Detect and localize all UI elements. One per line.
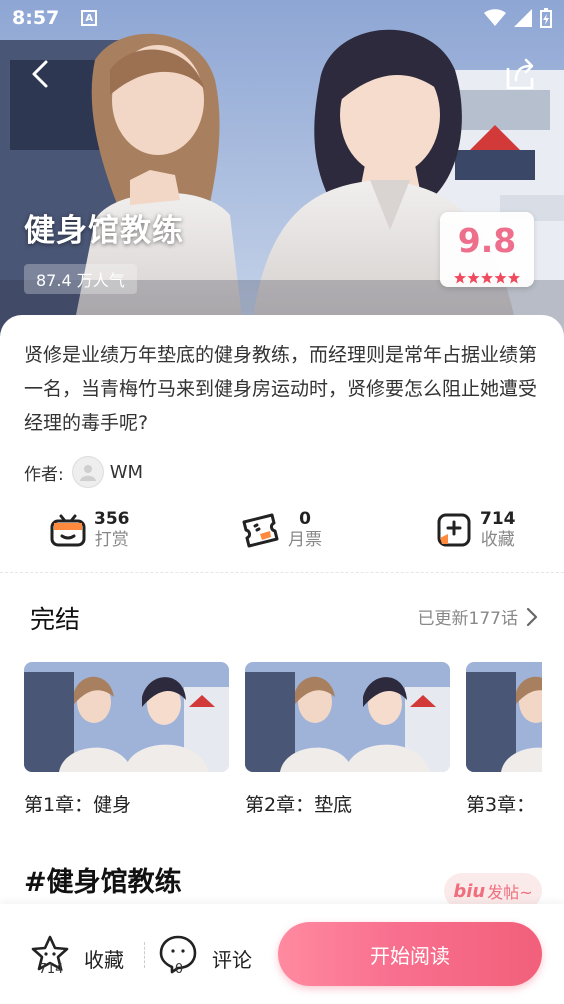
- chapter-list-link[interactable]: 已更新177话: [418, 604, 538, 629]
- wifi-icon: [484, 9, 506, 26]
- chapter-card[interactable]: 第3章：: [466, 662, 542, 817]
- chapter-thumbnail[interactable]: [466, 662, 542, 772]
- comment-label: 评论: [212, 948, 252, 972]
- rating-stars-icon: [454, 272, 520, 284]
- bar-separator: [144, 942, 145, 968]
- ticket-label: 月票: [288, 530, 322, 550]
- chapter-card[interactable]: 第1章：健身: [24, 662, 229, 817]
- ticket-icon: [242, 513, 279, 548]
- post-label: 发帖~: [487, 883, 533, 902]
- author-avatar[interactable]: [71, 456, 104, 488]
- reward-count: 356: [94, 509, 130, 529]
- chevron-right-icon: [526, 607, 538, 626]
- favorites-count: 714: [480, 509, 516, 529]
- score-badge: 9.8: [440, 212, 534, 287]
- status-time: 8:57: [12, 7, 60, 29]
- share-icon[interactable]: [500, 54, 540, 94]
- popularity-badge: 87.4 万人气: [24, 264, 137, 294]
- chapter-title[interactable]: 第1章：健身: [24, 790, 229, 817]
- ticket-count: 0: [299, 509, 311, 529]
- chapter-thumbnail[interactable]: [245, 662, 450, 772]
- bookmark-plus-icon: [437, 513, 471, 547]
- chapter-title[interactable]: 第2章：垫底: [245, 790, 450, 817]
- comment-count: 0: [174, 962, 184, 977]
- battery-icon: [540, 8, 552, 28]
- serial-status: 完结: [30, 605, 81, 634]
- author-row[interactable]: 作者: WM: [24, 454, 143, 490]
- favorite-count: 714: [38, 962, 64, 977]
- favorites-label: 收藏: [480, 530, 515, 550]
- update-count: 已更新177话: [417, 609, 518, 629]
- user-icon: [79, 465, 96, 481]
- gift-icon: [50, 514, 86, 547]
- comment-button[interactable]: 0 评论: [158, 934, 268, 982]
- hero-banner: 8:57 A 健身馆教练 87.4 万人气 9.8: [0, 0, 564, 345]
- favorite-button[interactable]: 714 收藏: [30, 934, 140, 982]
- signal-icon: [514, 9, 532, 27]
- favorite-label: 收藏: [84, 948, 124, 972]
- comic-description: 贤修是业绩万年垫底的健身教练，而经理则是常年占据业绩第一名，当青梅竹马来到健身房…: [24, 344, 538, 434]
- stat-reward[interactable]: 356 打赏: [50, 504, 130, 556]
- comic-title: 健身馆教练: [24, 213, 184, 249]
- chapter-thumbnail[interactable]: [24, 662, 229, 772]
- chapter-card[interactable]: 第2章：垫底: [245, 662, 450, 817]
- back-icon[interactable]: [22, 54, 62, 94]
- reward-label: 打赏: [94, 530, 129, 550]
- author-name[interactable]: WM: [110, 462, 143, 483]
- section-divider: [0, 572, 564, 573]
- status-bar: 8:57 A: [0, 0, 564, 36]
- topic-tag[interactable]: #健身馆教练: [24, 860, 182, 899]
- app-notification-icon: A: [81, 10, 98, 26]
- chapter-title[interactable]: 第3章：: [466, 790, 542, 817]
- stats-row: 356 打赏 0 月票 714 收藏: [0, 504, 564, 556]
- stat-monthly-ticket[interactable]: 0 月票: [240, 504, 322, 556]
- chapter-carousel[interactable]: 第1章：健身 第2章：垫底 第3章：: [24, 662, 542, 822]
- post-biu-logo: biu: [453, 880, 486, 902]
- stat-favorites[interactable]: 714 收藏: [436, 504, 516, 556]
- start-reading-button[interactable]: 开始阅读: [278, 922, 542, 986]
- author-label: 作者:: [24, 464, 64, 485]
- score-value: 9.8: [457, 221, 517, 260]
